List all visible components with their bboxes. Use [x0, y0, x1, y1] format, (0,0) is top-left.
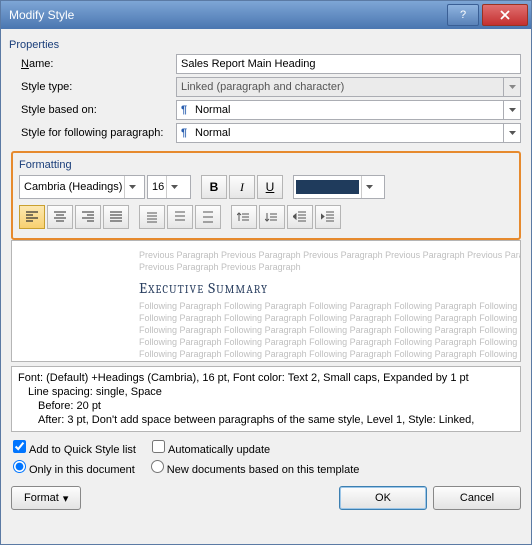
- bold-button[interactable]: B: [201, 175, 227, 199]
- titlebar: Modify Style ?: [1, 1, 531, 29]
- align-justify-button[interactable]: [103, 205, 129, 229]
- chevron-down-icon: ▾: [63, 492, 69, 505]
- underline-button[interactable]: U: [257, 175, 283, 199]
- pilcrow-icon: ¶: [181, 104, 191, 116]
- name-input[interactable]: [176, 54, 521, 74]
- style-type-label: Style type:: [21, 81, 176, 93]
- ok-button[interactable]: OK: [339, 486, 427, 510]
- style-description: Font: (Default) +Headings (Cambria), 16 …: [11, 366, 521, 432]
- properties-label: Properties: [9, 39, 521, 51]
- space-before-dec-button[interactable]: [259, 205, 285, 229]
- formatting-section: Formatting Cambria (Headings) 16 B I U: [11, 151, 521, 240]
- format-button[interactable]: Format ▾: [11, 486, 81, 510]
- following-para-select[interactable]: ¶ Normal: [176, 123, 521, 143]
- align-left-button[interactable]: [19, 205, 45, 229]
- name-label: Name:: [21, 58, 176, 70]
- italic-button[interactable]: I: [229, 175, 255, 199]
- preview-pane: Previous Paragraph Previous Paragraph Pr…: [11, 240, 521, 362]
- new-docs-radio[interactable]: New documents based on this template: [151, 460, 360, 476]
- window-title: Modify Style: [9, 8, 74, 22]
- font-name-select[interactable]: Cambria (Headings): [19, 175, 145, 199]
- based-on-label: Style based on:: [21, 104, 176, 116]
- auto-update-checkbox[interactable]: Automatically update: [152, 440, 270, 456]
- align-right-button[interactable]: [75, 205, 101, 229]
- close-button[interactable]: [482, 4, 528, 26]
- formatting-label: Formatting: [19, 159, 513, 171]
- align-center-button[interactable]: [47, 205, 73, 229]
- cancel-button[interactable]: Cancel: [433, 486, 521, 510]
- based-on-select[interactable]: ¶ Normal: [176, 100, 521, 120]
- quick-style-checkbox[interactable]: Add to Quick Style list: [13, 440, 136, 456]
- decrease-indent-button[interactable]: [287, 205, 313, 229]
- help-button[interactable]: ?: [447, 4, 479, 26]
- chevron-down-icon[interactable]: [361, 176, 376, 198]
- spacing-single-button[interactable]: [139, 205, 165, 229]
- chevron-down-icon[interactable]: [503, 101, 520, 119]
- color-swatch: [296, 180, 359, 194]
- font-color-select[interactable]: [293, 175, 385, 199]
- preview-heading: Executive Summary: [139, 279, 508, 297]
- chevron-down-icon[interactable]: [166, 176, 181, 198]
- following-para-label: Style for following paragraph:: [21, 127, 176, 139]
- spacing-15-button[interactable]: [167, 205, 193, 229]
- font-size-select[interactable]: 16: [147, 175, 191, 199]
- chevron-down-icon: [503, 78, 520, 96]
- chevron-down-icon[interactable]: [503, 124, 520, 142]
- style-type-select: Linked (paragraph and character): [176, 77, 521, 97]
- spacing-double-button[interactable]: [195, 205, 221, 229]
- chevron-down-icon[interactable]: [124, 176, 139, 198]
- only-this-doc-radio[interactable]: Only in this document: [13, 460, 135, 476]
- modify-style-dialog: Modify Style ? Properties Name: Style ty…: [0, 0, 532, 545]
- pilcrow-icon: ¶: [181, 127, 191, 139]
- space-before-inc-button[interactable]: [231, 205, 257, 229]
- increase-indent-button[interactable]: [315, 205, 341, 229]
